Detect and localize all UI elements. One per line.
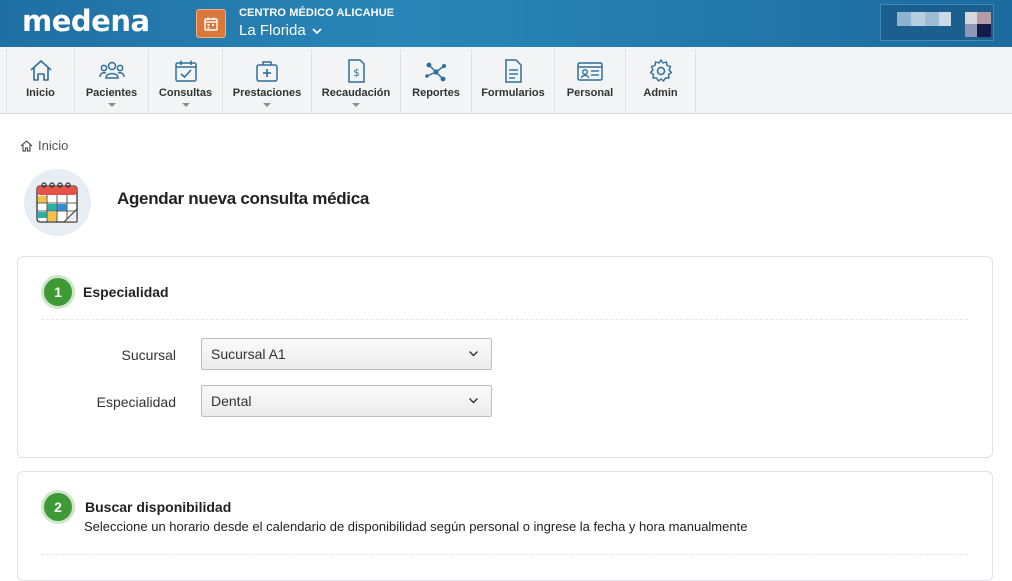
breadcrumb: Inicio: [20, 138, 68, 153]
medical-kit-icon: [256, 61, 278, 82]
nav-label: Formularios: [481, 87, 545, 99]
page-title: Agendar nueva consulta médica: [117, 189, 370, 208]
nav-label: Reportes: [412, 87, 460, 99]
branch-selector[interactable]: La Florida: [239, 22, 322, 39]
nav-item-consultas[interactable]: Consultas: [149, 49, 223, 112]
home-icon: [29, 60, 52, 81]
nav-label: Personal: [566, 87, 614, 99]
step-title: Especialidad: [83, 284, 169, 300]
calendar-schedule-icon: [24, 169, 91, 236]
app-logo[interactable]: medena: [22, 4, 150, 38]
nav-item-personal[interactable]: Personal: [555, 49, 626, 112]
especialidad-value: Dental: [211, 393, 252, 409]
nav-item-reportes[interactable]: Reportes: [401, 49, 472, 112]
document-icon: [505, 59, 522, 83]
center-name: CENTRO MÉDICO ALICAHUE: [239, 7, 395, 19]
sucursal-select[interactable]: Sucursal A1: [201, 338, 492, 370]
especialidad-card: 1 Especialidad Sucursal Sucursal A1 Espe…: [17, 256, 993, 458]
step-title: Buscar disponibilidad: [85, 499, 232, 515]
especialidad-label: Especialidad: [96, 394, 176, 410]
calendar-check-icon: [174, 60, 197, 82]
nav-item-prestaciones[interactable]: Prestaciones: [223, 49, 312, 112]
svg-text:$: $: [353, 68, 359, 79]
chevron-down-icon: [469, 351, 478, 357]
nav-item-admin[interactable]: Admin: [626, 49, 696, 112]
branch-label: La Florida: [239, 22, 306, 39]
nav-label: Inicio: [26, 87, 55, 99]
gear-icon: [649, 59, 672, 82]
caret-down-icon: [181, 103, 190, 107]
nav-label: Consultas: [158, 87, 213, 99]
home-icon: [20, 139, 33, 152]
network-icon: [425, 62, 446, 82]
main-nav: Inicio Pacientes Consultas Prestaciones …: [0, 47, 1012, 114]
users-icon: [98, 61, 125, 79]
calendar-icon: [196, 9, 226, 38]
sucursal-label: Sucursal: [121, 347, 176, 363]
sucursal-value: Sucursal A1: [211, 346, 286, 362]
caret-down-icon: [107, 103, 116, 107]
especialidad-select[interactable]: Dental: [201, 385, 492, 417]
divider: [41, 319, 968, 320]
invoice-icon: $: [348, 59, 365, 83]
nav-label: Recaudación: [321, 87, 391, 99]
step-badge: 1: [41, 275, 75, 309]
user-avatar[interactable]: [880, 4, 994, 41]
step-subtitle: Seleccione un horario desde el calendari…: [84, 519, 748, 534]
chevron-down-icon: [312, 27, 322, 34]
nav-label: Admin: [643, 87, 678, 99]
nav-item-inicio[interactable]: Inicio: [7, 49, 75, 112]
nav-item-formularios[interactable]: Formularios: [472, 49, 555, 112]
step-badge: 2: [41, 490, 75, 524]
caret-down-icon: [263, 103, 271, 107]
id-card-icon: [577, 62, 603, 81]
nav-item-pacientes[interactable]: Pacientes: [75, 49, 149, 112]
disponibilidad-card: 2 Buscar disponibilidad Seleccione un ho…: [17, 471, 993, 581]
chevron-down-icon: [469, 398, 478, 404]
breadcrumb-home-link[interactable]: Inicio: [38, 138, 68, 153]
top-header: medena CENTRO MÉDICO ALICAHUE La Florida: [0, 0, 1012, 47]
divider: [41, 554, 968, 555]
nav-label: Pacientes: [85, 87, 138, 99]
caret-down-icon: [352, 103, 360, 107]
nav-label: Prestaciones: [232, 87, 302, 99]
nav-item-recaudacion[interactable]: $ Recaudación: [312, 49, 401, 112]
